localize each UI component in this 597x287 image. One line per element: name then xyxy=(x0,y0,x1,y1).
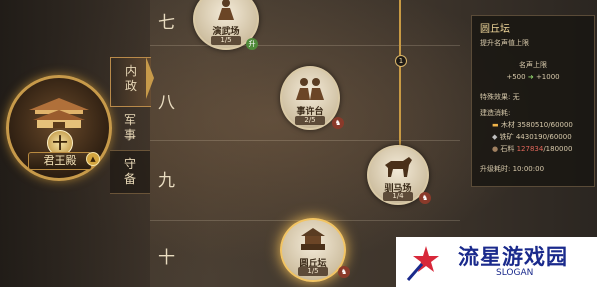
node-level: 2/5 xyxy=(295,116,325,125)
stone-need: /180000 xyxy=(543,145,573,153)
building-node-yuanqiu[interactable]: 圆丘坛 1/5 xyxy=(280,218,346,282)
upgrade-tag: 升 xyxy=(246,38,258,50)
resource-lack-icon: ♞ xyxy=(419,192,431,204)
shooting-star-logo xyxy=(406,246,439,281)
cost-stone: ● 石料 127834/180000 xyxy=(492,144,572,154)
horse-icon xyxy=(385,157,412,177)
cost-wood-text: 木材 3580510/60000 xyxy=(500,121,573,129)
cost-title: 建造消耗: xyxy=(480,109,511,117)
tier-label: 十 xyxy=(158,248,175,268)
tier-label: 八 xyxy=(158,93,175,113)
cost-iron-text: 铁矿 4430190/60000 xyxy=(499,133,572,141)
tab-active-indicator xyxy=(146,57,154,99)
tier-divider xyxy=(150,45,460,46)
node-level: 1/4 xyxy=(383,192,413,201)
game-screen: 十 君王殿 ▲ 内 政 军 事 守 备 七 八 九 十 1 演武场 1/5 升 … xyxy=(0,0,597,287)
resource-lack-icon: ♞ xyxy=(338,266,350,278)
hall-upgrade-badge: ▲ xyxy=(86,152,100,166)
prestige-next: +1000 xyxy=(535,73,560,81)
tab-label: 内 政 xyxy=(124,64,137,93)
tier-divider xyxy=(150,140,460,141)
tier-label: 七 xyxy=(158,13,175,33)
tab-military[interactable]: 军 事 xyxy=(110,108,150,155)
resource-lack-icon: ♞ xyxy=(332,117,344,129)
special-effect: 特殊效果: 无 xyxy=(480,93,520,101)
stone-label: 石料 xyxy=(500,145,515,153)
prestige-cap-values: +500 ➜ +1000 xyxy=(472,73,594,81)
site-watermark: 流星游戏园 SLOGAN xyxy=(396,237,597,287)
council-icon xyxy=(296,78,324,100)
iron-icon: ◆ xyxy=(492,133,498,141)
panel-description: 提升名声值上限 xyxy=(480,39,529,47)
tab-label: 军 事 xyxy=(123,113,136,142)
cost-iron: ◆ 铁矿 4430190/60000 xyxy=(492,132,572,142)
building-info-panel: 圆丘坛 提升名声值上限 名声上限 +500 ➜ +1000 特殊效果: 无 建造… xyxy=(471,15,595,187)
watermark-slogan: SLOGAN xyxy=(496,268,534,278)
prestige-current: +500 xyxy=(506,73,526,81)
tab-defense[interactable]: 守 备 xyxy=(110,150,150,194)
panel-title: 圆丘坛 xyxy=(480,24,510,35)
hall-name: 君王殿 xyxy=(28,152,92,170)
branch-marker: 1 xyxy=(395,55,407,67)
prestige-cap-title: 名声上限 xyxy=(519,61,547,69)
stone-have: 127834 xyxy=(516,145,544,153)
altar-icon xyxy=(301,228,325,250)
node-level: 1/5 xyxy=(211,36,241,45)
node-level: 1/5 xyxy=(298,267,328,276)
tier-label: 九 xyxy=(158,171,175,191)
wood-icon: ▬ xyxy=(492,121,499,129)
building-node-shixu[interactable]: 事许台 2/5 xyxy=(280,66,340,130)
tree-connector xyxy=(399,0,401,150)
palace-icon xyxy=(29,98,89,128)
cost-wood: ▬ 木材 3580510/60000 xyxy=(492,120,573,130)
upgrade-arrow-icon: ➜ xyxy=(527,73,534,81)
tab-internal-affairs[interactable]: 内 政 xyxy=(110,57,151,107)
tab-label: 守 备 xyxy=(123,157,136,186)
upgrade-time: 升级耗时: 10:00:00 xyxy=(480,165,545,173)
watermark-text: 流星游戏园 xyxy=(458,245,568,269)
stone-icon: ● xyxy=(492,145,499,153)
martial-arts-icon xyxy=(218,0,234,20)
